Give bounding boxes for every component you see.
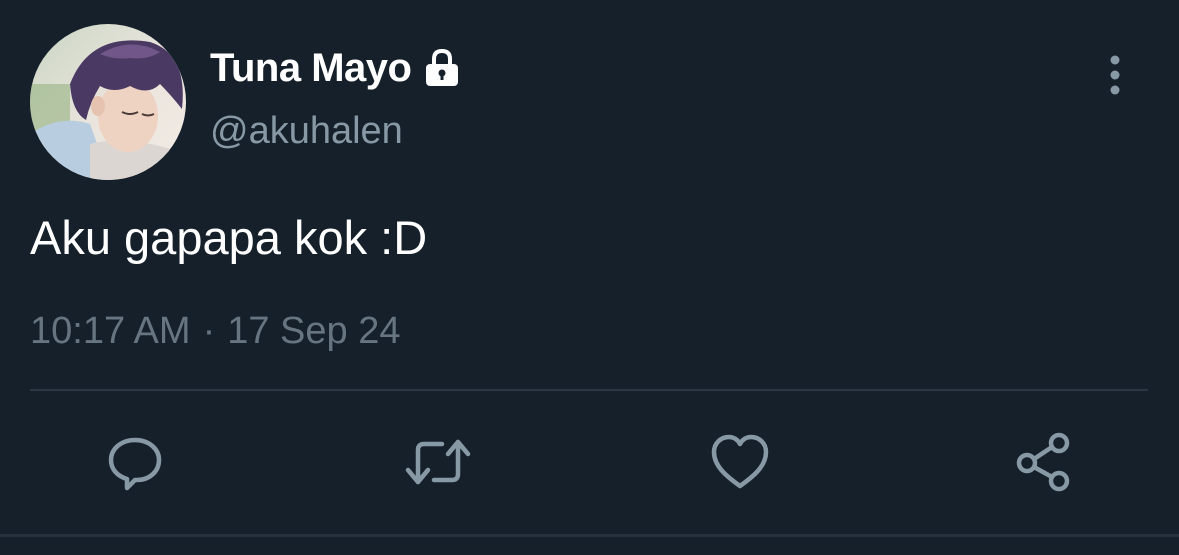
author-handle[interactable]: @akuhalen xyxy=(210,110,403,153)
share-button[interactable] xyxy=(1008,428,1080,500)
tweet-time: 10:17 AM xyxy=(30,310,191,352)
tweet-date: 17 Sep 24 xyxy=(227,310,401,352)
tweet-detail: Tuna Mayo @akuhalen Aku gapapa kok :D 10… xyxy=(0,0,1179,555)
more-vertical-icon[interactable] xyxy=(1098,52,1132,98)
avatar-photo xyxy=(30,24,186,180)
author-display-name[interactable]: Tuna Mayo xyxy=(210,46,412,91)
author-name-row: Tuna Mayo xyxy=(210,44,463,92)
meta-separator: · xyxy=(202,310,216,352)
reply-icon xyxy=(105,432,165,497)
like-button[interactable] xyxy=(704,428,776,500)
tweet-timestamp[interactable]: 10:17 AM · 17 Sep 24 xyxy=(30,310,400,353)
share-icon xyxy=(1013,431,1075,498)
avatar[interactable] xyxy=(30,24,186,180)
reply-button[interactable] xyxy=(99,428,171,500)
lock-icon xyxy=(421,47,463,89)
retweet-button[interactable] xyxy=(402,428,474,500)
tweet-text: Aku gapapa kok :D xyxy=(30,211,428,264)
divider xyxy=(30,389,1148,391)
retweet-icon xyxy=(404,432,472,497)
like-icon xyxy=(708,432,772,497)
bottom-divider xyxy=(0,534,1179,537)
